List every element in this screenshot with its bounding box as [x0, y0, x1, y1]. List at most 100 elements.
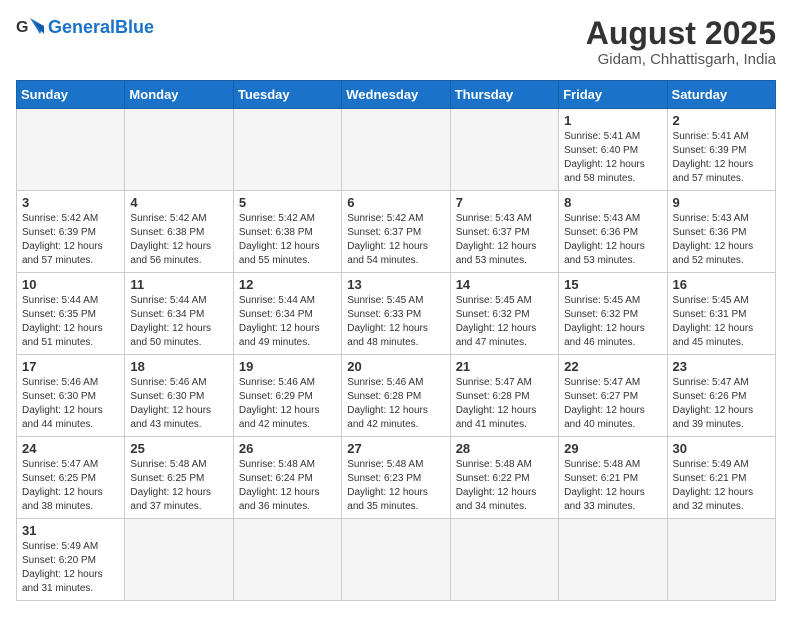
calendar-day-cell: 27Sunrise: 5:48 AM Sunset: 6:23 PM Dayli… — [342, 437, 450, 519]
day-of-week-header: Wednesday — [342, 81, 450, 109]
day-number: 7 — [456, 195, 553, 210]
day-number: 10 — [22, 277, 119, 292]
day-info: Sunrise: 5:45 AM Sunset: 6:31 PM Dayligh… — [673, 294, 770, 350]
calendar-day-cell: 29 Sunrise: 5:48 AM Sunset: 6:21 PM Dayli… — [559, 437, 667, 519]
calendar-header-row: SundayMondayTuesdayWednesdayThursdayFrid… — [17, 81, 776, 109]
svg-text:G: G — [16, 19, 28, 36]
calendar-day-cell: 22Sunrise: 5:47 AM Sunset: 6:27 PM Dayli… — [559, 355, 667, 437]
day-of-week-header: Monday — [125, 81, 233, 109]
calendar-day-cell: 18Sunrise: 5:46 AM Sunset: 6:30 PM Dayli… — [125, 355, 233, 437]
day-info: Sunrise: 5:47 AM Sunset: 6:25 PM Dayligh… — [22, 458, 119, 514]
day-number: 17 — [22, 359, 119, 374]
day-info: Sunrise: 5:46 AM Sunset: 6:29 PM Dayligh… — [239, 376, 336, 432]
day-number: 31 — [22, 523, 119, 538]
calendar-day-cell: 13 Sunrise: 5:45 AM Sunset: 6:33 PM Dayli… — [342, 273, 450, 355]
calendar-day-cell: 15 Sunrise: 5:45 AM Sunset: 6:32 PM Dayli… — [559, 273, 667, 355]
day-info: Sunrise: 5:46 AM Sunset: 6:30 PM Dayligh… — [130, 376, 227, 432]
day-number: 9 — [673, 195, 770, 210]
day-info: Sunrise: 5:43 AM Sunset: 6:36 PM Dayligh… — [564, 212, 661, 268]
calendar-day-cell: 30 Sunrise: 5:49 AM Sunset: 6:21 PM Dayli… — [667, 437, 775, 519]
calendar-day-cell: 31 Sunrise: 5:49 AM Sunset: 6:20 PM Dayli… — [17, 519, 125, 601]
calendar-day-cell: 7 Sunrise: 5:43 AM Sunset: 6:37 PM Daylig… — [450, 191, 558, 273]
calendar-day-cell: 20 Sunrise: 5:46 AM Sunset: 6:28 PM Dayli… — [342, 355, 450, 437]
day-info: Sunrise: 5:47 AM Sunset: 6:26 PM Dayligh… — [673, 376, 770, 432]
day-number: 1 — [564, 113, 661, 128]
calendar-day-cell — [17, 109, 125, 191]
calendar-day-cell: 12Sunrise: 5:44 AM Sunset: 6:34 PM Dayli… — [233, 273, 341, 355]
day-info: Sunrise: 5:42 AM Sunset: 6:38 PM Dayligh… — [130, 212, 227, 268]
day-number: 30 — [673, 441, 770, 456]
day-number: 25 — [130, 441, 227, 456]
calendar-day-cell — [233, 109, 341, 191]
calendar-day-cell: 5 Sunrise: 5:42 AM Sunset: 6:38 PM Daylig… — [233, 191, 341, 273]
page-header: G GeneralBlue August 2025 Gidam, Chhatti… — [16, 16, 776, 68]
day-info: Sunrise: 5:42 AM Sunset: 6:39 PM Dayligh… — [22, 212, 119, 268]
calendar-day-cell: 17Sunrise: 5:46 AM Sunset: 6:30 PM Dayli… — [17, 355, 125, 437]
calendar-day-cell: 6Sunrise: 5:42 AM Sunset: 6:37 PM Daylig… — [342, 191, 450, 273]
day-number: 16 — [673, 277, 770, 292]
day-info: Sunrise: 5:43 AM Sunset: 6:37 PM Dayligh… — [456, 212, 553, 268]
day-number: 5 — [239, 195, 336, 210]
calendar-day-cell: 16 Sunrise: 5:45 AM Sunset: 6:31 PM Dayli… — [667, 273, 775, 355]
logo-general: General — [48, 17, 115, 37]
day-info: Sunrise: 5:46 AM Sunset: 6:28 PM Dayligh… — [347, 376, 444, 432]
day-number: 13 — [347, 277, 444, 292]
day-number: 29 — [564, 441, 661, 456]
day-number: 14 — [456, 277, 553, 292]
day-number: 20 — [347, 359, 444, 374]
calendar-day-cell — [667, 519, 775, 601]
calendar-day-cell: 9Sunrise: 5:43 AM Sunset: 6:36 PM Daylig… — [667, 191, 775, 273]
day-info: Sunrise: 5:47 AM Sunset: 6:27 PM Dayligh… — [564, 376, 661, 432]
calendar-day-cell: 26 Sunrise: 5:48 AM Sunset: 6:24 PM Dayli… — [233, 437, 341, 519]
calendar-day-cell: 4 Sunrise: 5:42 AM Sunset: 6:38 PM Daylig… — [125, 191, 233, 273]
day-info: Sunrise: 5:48 AM Sunset: 6:25 PM Dayligh… — [130, 458, 227, 514]
calendar-day-cell: 11Sunrise: 5:44 AM Sunset: 6:34 PM Dayli… — [125, 273, 233, 355]
calendar-day-cell — [125, 109, 233, 191]
logo-text: GeneralBlue — [48, 18, 154, 36]
day-of-week-header: Sunday — [17, 81, 125, 109]
calendar-week-row: 24Sunrise: 5:47 AM Sunset: 6:25 PM Dayli… — [17, 437, 776, 519]
day-number: 8 — [564, 195, 661, 210]
calendar-day-cell: 24Sunrise: 5:47 AM Sunset: 6:25 PM Dayli… — [17, 437, 125, 519]
calendar-week-row: 17 Sunrise: 5:46 AM Sunset: 6:30 PM Dayli… — [17, 355, 776, 437]
day-info: Sunrise: 5:41 AM Sunset: 6:39 PM Dayligh… — [673, 130, 770, 186]
logo-blue: Blue — [115, 17, 154, 37]
day-info: Sunrise: 5:48 AM Sunset: 6:24 PM Dayligh… — [239, 458, 336, 514]
day-info: Sunrise: 5:48 AM Sunset: 6:23 PM Dayligh… — [347, 458, 444, 514]
calendar-week-row: 10 Sunrise: 5:44 AM Sunset: 6:35 PM Dayli… — [17, 273, 776, 355]
day-info: Sunrise: 5:44 AM Sunset: 6:35 PM Dayligh… — [22, 294, 119, 350]
day-info: Sunrise: 5:49 AM Sunset: 6:21 PM Dayligh… — [673, 458, 770, 514]
title-block: August 2025 Gidam, Chhattisgarh, India — [586, 16, 776, 68]
day-number: 21 — [456, 359, 553, 374]
calendar-day-cell — [559, 519, 667, 601]
day-number: 26 — [239, 441, 336, 456]
day-info: Sunrise: 5:42 AM Sunset: 6:37 PM Dayligh… — [347, 212, 444, 268]
calendar-day-cell: 25 Sunrise: 5:48 AM Sunset: 6:25 PM Dayli… — [125, 437, 233, 519]
calendar-day-cell: 10 Sunrise: 5:44 AM Sunset: 6:35 PM Dayli… — [17, 273, 125, 355]
calendar-day-cell: 23Sunrise: 5:47 AM Sunset: 6:26 PM Dayli… — [667, 355, 775, 437]
day-number: 15 — [564, 277, 661, 292]
calendar-day-cell — [342, 519, 450, 601]
day-info: Sunrise: 5:48 AM Sunset: 6:22 PM Dayligh… — [456, 458, 553, 514]
logo-icon: G — [16, 16, 44, 38]
calendar-week-row: 31 Sunrise: 5:49 AM Sunset: 6:20 PM Dayli… — [17, 519, 776, 601]
day-number: 3 — [22, 195, 119, 210]
calendar-week-row: 1Sunrise: 5:41 AM Sunset: 6:40 PM Daylig… — [17, 109, 776, 191]
calendar-day-cell — [450, 109, 558, 191]
calendar-day-cell: 3 Sunrise: 5:42 AM Sunset: 6:39 PM Daylig… — [17, 191, 125, 273]
day-info: Sunrise: 5:49 AM Sunset: 6:20 PM Dayligh… — [22, 540, 119, 596]
day-number: 4 — [130, 195, 227, 210]
day-info: Sunrise: 5:44 AM Sunset: 6:34 PM Dayligh… — [130, 294, 227, 350]
calendar-day-cell — [342, 109, 450, 191]
calendar-day-cell: 19 Sunrise: 5:46 AM Sunset: 6:29 PM Dayli… — [233, 355, 341, 437]
calendar-day-cell: 21Sunrise: 5:47 AM Sunset: 6:28 PM Dayli… — [450, 355, 558, 437]
month-year-title: August 2025 — [586, 16, 776, 51]
logo: G GeneralBlue — [16, 16, 154, 38]
calendar-day-cell: 1Sunrise: 5:41 AM Sunset: 6:40 PM Daylig… — [559, 109, 667, 191]
day-number: 19 — [239, 359, 336, 374]
day-info: Sunrise: 5:42 AM Sunset: 6:38 PM Dayligh… — [239, 212, 336, 268]
day-info: Sunrise: 5:45 AM Sunset: 6:32 PM Dayligh… — [564, 294, 661, 350]
day-info: Sunrise: 5:45 AM Sunset: 6:33 PM Dayligh… — [347, 294, 444, 350]
day-info: Sunrise: 5:48 AM Sunset: 6:21 PM Dayligh… — [564, 458, 661, 514]
day-of-week-header: Saturday — [667, 81, 775, 109]
